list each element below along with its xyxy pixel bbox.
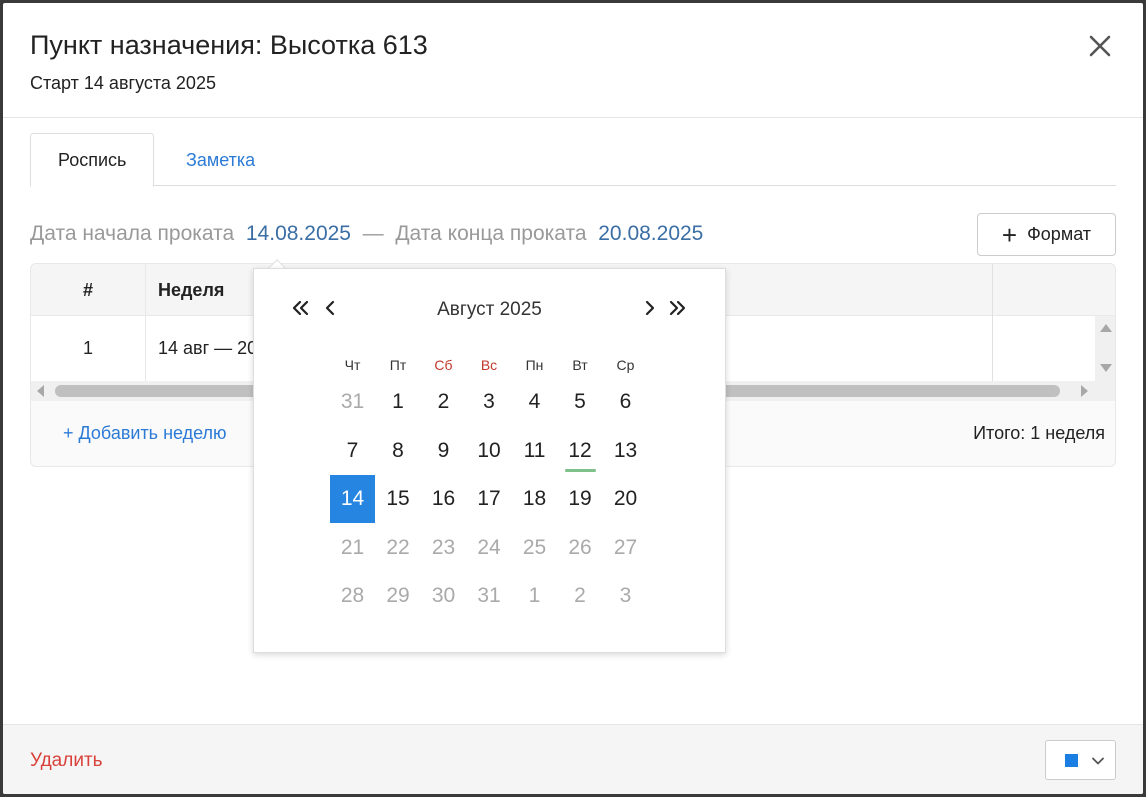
calendar-day[interactable]: 2: [558, 572, 603, 620]
next-month-icon[interactable]: [638, 297, 660, 319]
calendar-day[interactable]: 13: [603, 427, 648, 475]
calendar-day[interactable]: 22: [376, 524, 421, 572]
vertical-scrollbar[interactable]: [1095, 316, 1115, 381]
column-header-week: Неделя: [158, 280, 225, 300]
calendar-day[interactable]: 20: [603, 475, 648, 523]
weekday-label: Сб: [434, 357, 453, 373]
add-week-link[interactable]: + Добавить неделю: [63, 423, 227, 444]
start-date-value[interactable]: 14.08.2025: [246, 222, 351, 245]
modal-footer: Удалить: [3, 724, 1143, 794]
format-button[interactable]: + Формат: [977, 213, 1116, 256]
calendar-day[interactable]: 3: [603, 572, 648, 620]
calendar-day[interactable]: 17: [467, 475, 512, 523]
scroll-right-icon[interactable]: [1081, 385, 1088, 397]
tab-schedule[interactable]: Роспись: [30, 133, 155, 187]
calendar-day[interactable]: 27: [603, 524, 648, 572]
tab-note[interactable]: Заметка: [158, 133, 283, 187]
calendar-day[interactable]: 10: [467, 427, 512, 475]
calendar-day[interactable]: 9: [421, 427, 466, 475]
weekday-label: Пн: [525, 357, 544, 373]
calendar-day[interactable]: 12: [558, 427, 603, 475]
end-date-value[interactable]: 20.08.2025: [598, 222, 703, 245]
calendar-day[interactable]: 8: [376, 427, 421, 475]
column-header-number: #: [31, 264, 146, 316]
calendar-day[interactable]: 15: [376, 475, 421, 523]
column-divider: [992, 264, 993, 382]
delete-link[interactable]: Удалить: [30, 750, 103, 772]
weekday-label: Чт: [344, 357, 361, 373]
color-swatch: [1065, 754, 1078, 767]
calendar-day[interactable]: 23: [421, 524, 466, 572]
row-week: 14 авг — 20: [158, 338, 258, 358]
tab-bar: Роспись Заметка: [30, 133, 1116, 187]
chevron-down-icon: [1092, 757, 1104, 765]
calendar-day[interactable]: 28: [330, 572, 375, 620]
modal-subtitle: Старт 14 августа 2025: [30, 73, 216, 93]
scroll-down-icon[interactable]: [1100, 364, 1112, 372]
calendar-day[interactable]: 14: [330, 475, 375, 523]
scroll-up-icon[interactable]: [1100, 324, 1112, 332]
close-icon: [1089, 35, 1111, 57]
calendar-day[interactable]: 25: [512, 524, 557, 572]
rental-date-range: Дата начала проката 14.08.2025 — Дата ко…: [30, 222, 703, 246]
format-button-label: Формат: [1027, 224, 1092, 244]
end-date-label: Дата конца проката: [395, 222, 587, 245]
next-year-icon[interactable]: [666, 297, 688, 319]
calendar-day[interactable]: 18: [512, 475, 557, 523]
rental-modal: Пункт назначения: Высотка 613 Старт 14 а…: [3, 3, 1143, 794]
datepicker-popup: Август 2025 Чт Пт Сб Вс Пн Вт Ср 31 1 2 3 4 5 6 7 8 9 10 1…: [253, 268, 726, 653]
weekday-label: Вт: [572, 357, 588, 373]
weekday-label: Ср: [616, 357, 635, 373]
calendar-day[interactable]: 6: [603, 378, 648, 426]
modal-title: Пункт назначения: Высотка 613: [30, 30, 428, 60]
modal-header: Пункт назначения: Высотка 613 Старт 14 а…: [3, 3, 1143, 118]
calendar-day[interactable]: 3: [467, 378, 512, 426]
calendar-day[interactable]: 30: [421, 572, 466, 620]
calendar-day[interactable]: 7: [330, 427, 375, 475]
calendar-day[interactable]: 31: [467, 572, 512, 620]
calendar-day[interactable]: 21: [330, 524, 375, 572]
calendar-day[interactable]: 19: [558, 475, 603, 523]
range-separator: —: [362, 222, 384, 245]
plus-icon: +: [1001, 219, 1018, 250]
calendar-day[interactable]: 29: [376, 572, 421, 620]
calendar-day[interactable]: 1: [512, 572, 557, 620]
calendar-day[interactable]: 2: [421, 378, 466, 426]
color-select[interactable]: [1045, 740, 1116, 780]
calendar-day[interactable]: 11: [512, 427, 557, 475]
calendar-day[interactable]: 24: [467, 524, 512, 572]
calendar-day[interactable]: 5: [558, 378, 603, 426]
start-date-label: Дата начала проката: [30, 222, 235, 245]
calendar-day[interactable]: 26: [558, 524, 603, 572]
total-weeks: Итого: 1 неделя: [973, 423, 1105, 443]
calendar-day[interactable]: 31: [330, 378, 375, 426]
calendar-day[interactable]: 4: [512, 378, 557, 426]
close-button[interactable]: [1085, 31, 1115, 61]
calendar-day[interactable]: 16: [421, 475, 466, 523]
row-number: 1: [31, 316, 146, 381]
calendar-day[interactable]: 1: [376, 378, 421, 426]
weekday-label: Пт: [389, 357, 407, 373]
weekday-label: Вс: [480, 357, 498, 373]
scroll-left-icon[interactable]: [37, 385, 44, 397]
